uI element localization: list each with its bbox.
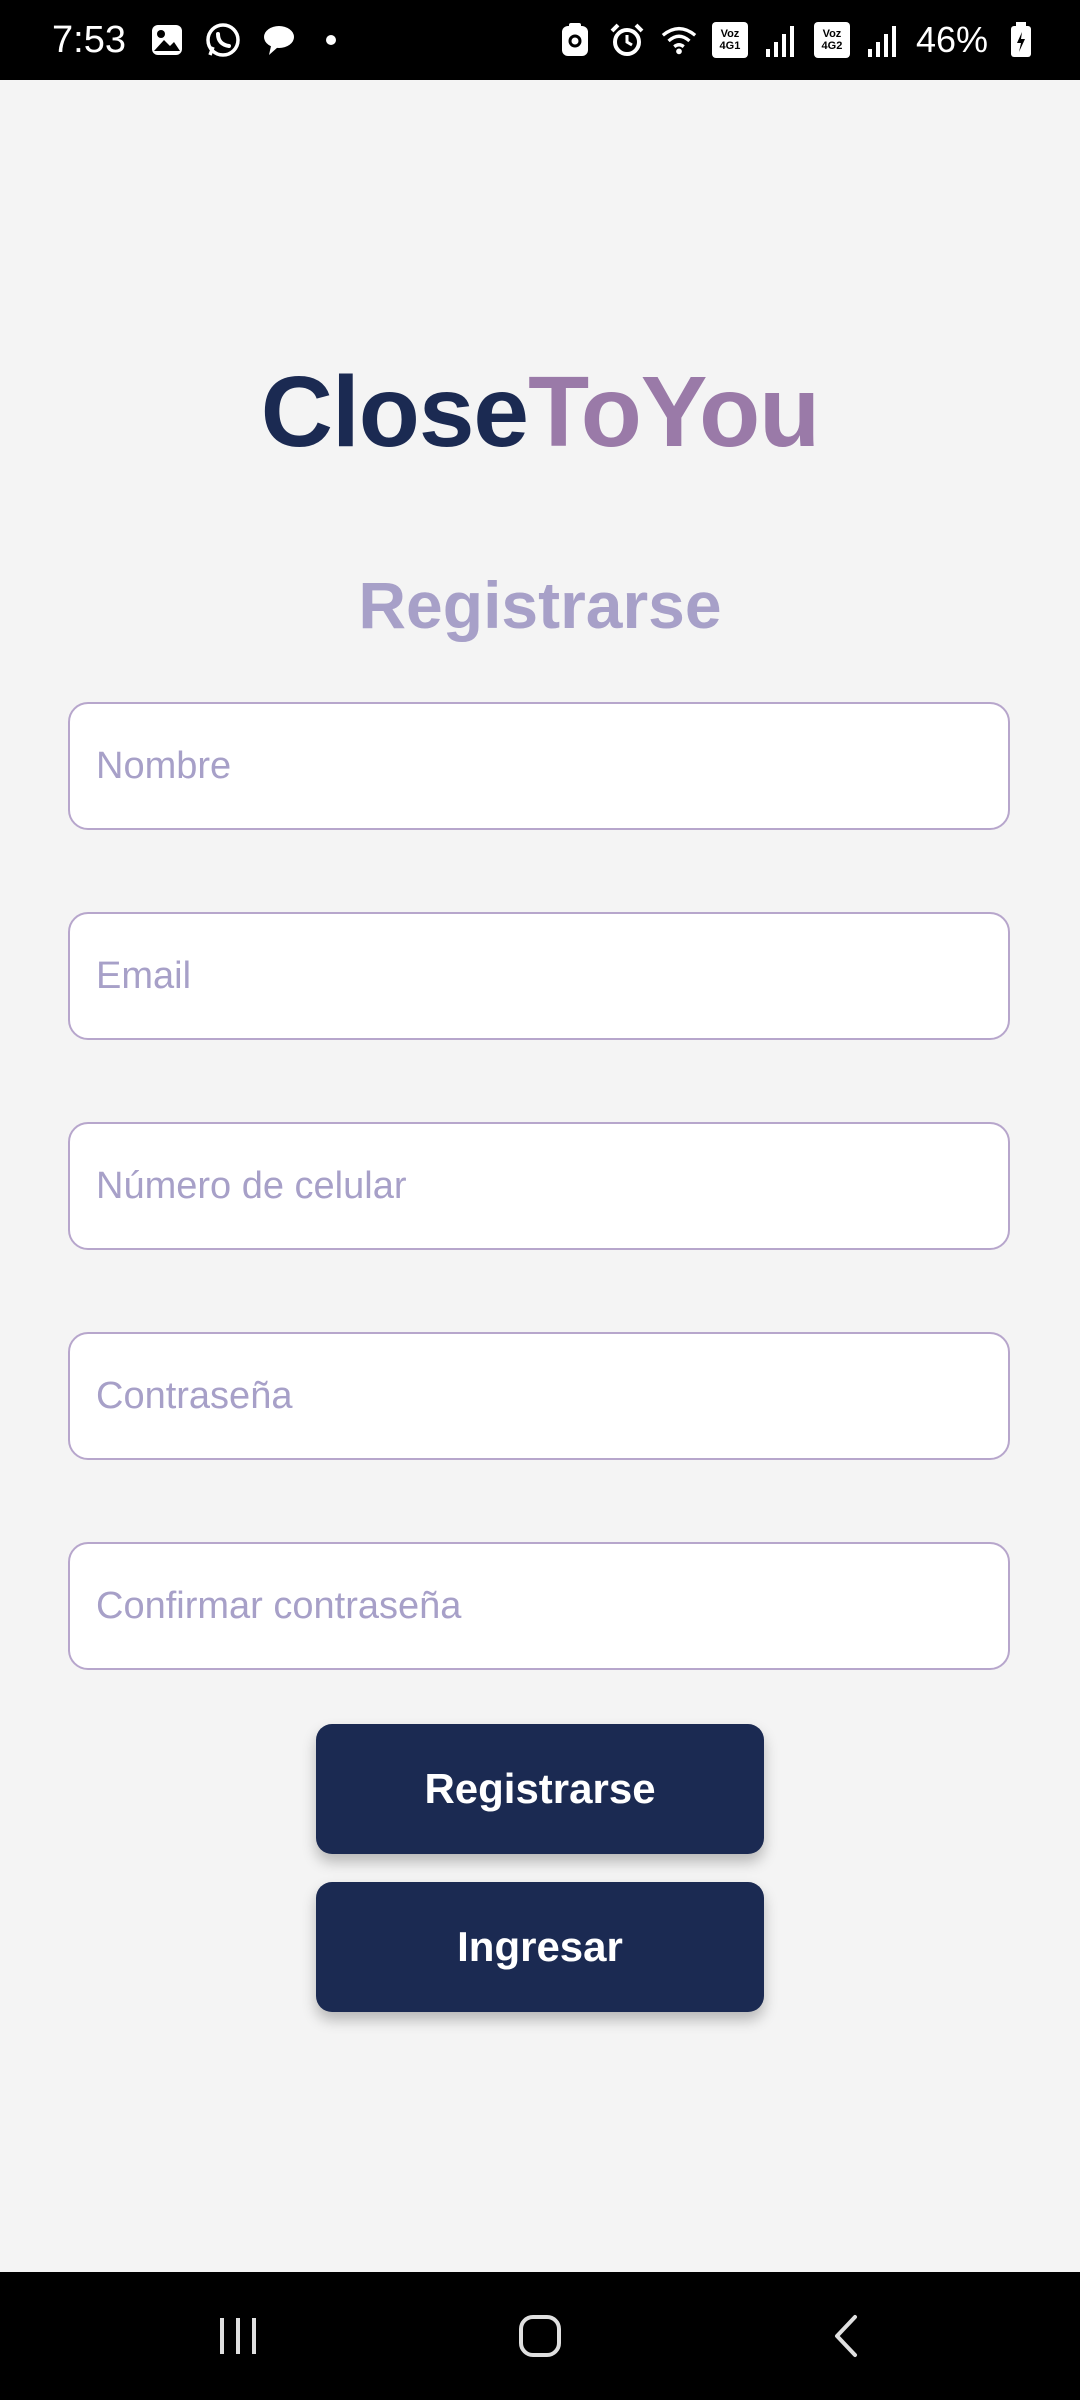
volte-badge-1-bottom: 4G1 (719, 40, 741, 52)
phone-input[interactable] (68, 1122, 1010, 1250)
volte-badge-2-bottom: 4G2 (821, 40, 843, 52)
battery-percentage: 46% (915, 19, 988, 60)
dot-icon (325, 35, 336, 45)
battery-icon (1002, 21, 1040, 59)
volte-badge-2: Voz 4G2 (813, 22, 850, 58)
alarm-icon (608, 21, 646, 59)
whatsapp-icon (204, 21, 242, 59)
email-input[interactable] (68, 912, 1010, 1040)
volte-badge-1-top: Voz (720, 28, 740, 40)
volte-badge-2-top: Voz (822, 28, 842, 40)
confirm-password-input[interactable] (68, 1542, 1010, 1670)
recent-apps-icon[interactable] (208, 2306, 268, 2366)
page-title: Registrarse (358, 568, 722, 642)
name-input[interactable] (68, 702, 1010, 830)
wifi-icon (660, 21, 698, 59)
system-nav-bar (0, 2272, 1080, 2400)
back-icon[interactable] (816, 2306, 876, 2366)
status-time: 7:53 (52, 18, 126, 61)
logo-text-close: Close (260, 356, 529, 468)
signal-icon (762, 21, 800, 59)
status-bar-right: Voz 4G1 Voz 4G2 46% (556, 0, 1040, 80)
volte-badge-1: Voz 4G1 (711, 22, 748, 58)
chat-icon (260, 21, 298, 59)
save-icon (556, 21, 594, 59)
password-input[interactable] (68, 1332, 1010, 1460)
app-logo: CloseToYou (0, 352, 1080, 472)
status-bar: 7:53 Voz 4G1 Voz 4G2 46% (0, 0, 1080, 80)
register-button[interactable]: Registrarse (316, 1724, 764, 1854)
gallery-icon (148, 21, 186, 59)
home-icon[interactable] (510, 2306, 570, 2366)
login-button[interactable]: Ingresar (316, 1882, 764, 2012)
logo-text-toyou: ToYou (528, 356, 820, 468)
signal-icon (864, 21, 902, 59)
status-bar-left: 7:53 (52, 0, 336, 80)
